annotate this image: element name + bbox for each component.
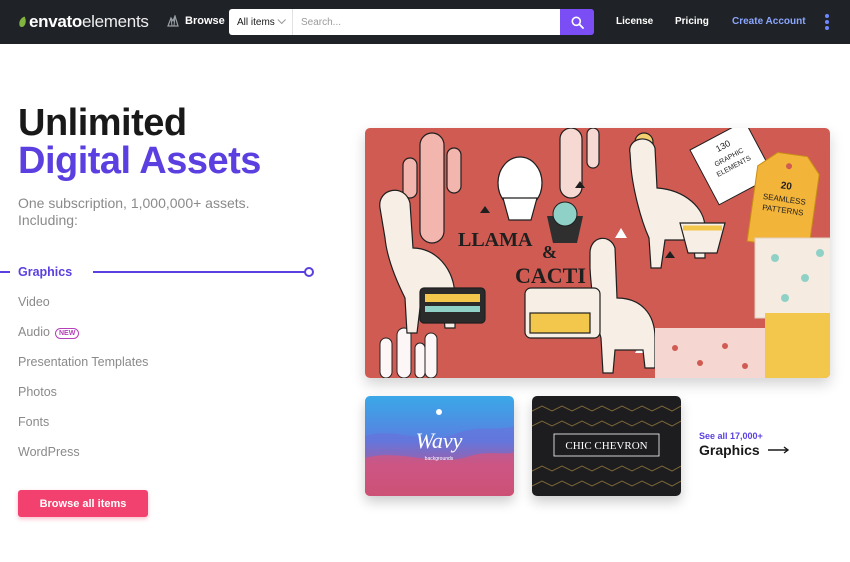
category-graphics[interactable]: Graphics <box>18 265 72 279</box>
arrow-right-icon <box>767 446 789 454</box>
see-all-count-link[interactable]: See all 17,000+ <box>699 431 763 441</box>
search-button[interactable] <box>560 9 594 35</box>
svg-text:backgrounds: backgrounds <box>425 456 454 462</box>
active-category-indicator <box>0 271 10 273</box>
category-fonts[interactable]: Fonts <box>18 415 49 429</box>
featured-graphic-card[interactable]: LLAMA & CACTI 130 GRAPHIC ELEMENTS 20 SE… <box>365 128 830 378</box>
chic-chevron-title: CHIC CHEVRON <box>565 440 647 452</box>
chic-chevron-image: CHIC CHEVRON <box>532 396 681 496</box>
active-category-dot <box>304 267 314 277</box>
browse-icon <box>167 15 179 27</box>
wavy-backgrounds-image: Wavy backgrounds <box>365 396 514 496</box>
category-wordpress[interactable]: WordPress <box>18 445 80 459</box>
envato-leaf-icon <box>19 16 26 28</box>
browse-all-items-button[interactable]: Browse all items <box>18 490 148 517</box>
search-category-select[interactable]: All items <box>229 9 293 35</box>
wavy-backgrounds-thumbnail[interactable]: Wavy backgrounds <box>365 396 514 496</box>
llama-title-text: LLAMA <box>458 229 533 251</box>
llama-cacti-illustration: LLAMA & CACTI 130 GRAPHIC ELEMENTS 20 SE… <box>365 128 830 378</box>
chevron-down-icon <box>277 15 286 25</box>
svg-text:&: & <box>542 242 557 262</box>
new-badge: NEW <box>55 328 80 339</box>
category-audio[interactable]: Audio <box>18 325 50 339</box>
create-account-link[interactable]: Create Account <box>732 16 806 27</box>
search-input[interactable] <box>293 9 560 35</box>
browse-menu-button[interactable]: Browse <box>166 15 225 27</box>
license-link[interactable]: License <box>616 16 653 27</box>
seamless-patterns-tag: 20 SEAMLESS PATTERNS <box>746 151 820 251</box>
hero-subtitle: One subscription, 1,000,000+ assets. Inc… <box>18 195 250 228</box>
hero-title-line2: Digital Assets <box>18 140 261 182</box>
logo-text-bold: envato <box>29 12 82 31</box>
category-presentation-templates[interactable]: Presentation Templates <box>18 355 148 369</box>
svg-text:20: 20 <box>780 180 793 193</box>
search-bar: All items <box>229 9 560 35</box>
see-all-category-label: Graphics <box>699 442 760 458</box>
browse-label: Browse <box>185 15 225 27</box>
see-all-graphics-link[interactable]: Graphics <box>699 442 790 458</box>
category-photos[interactable]: Photos <box>18 385 57 399</box>
more-menu-icon[interactable] <box>823 14 831 30</box>
envato-elements-logo[interactable]: envato elements <box>18 12 149 32</box>
logo-text-light: elements <box>82 12 149 31</box>
top-navigation-bar: envatoelements Browse All items License … <box>0 0 850 44</box>
hero-title-line1: Unlimited <box>18 102 187 144</box>
chic-chevron-thumbnail[interactable]: CHIC CHEVRON <box>532 396 681 496</box>
pricing-link[interactable]: Pricing <box>675 16 709 27</box>
svg-text:CACTI: CACTI <box>515 263 586 288</box>
search-category-value: All items <box>237 16 275 28</box>
active-category-line <box>93 271 308 273</box>
wavy-title: Wavy <box>416 428 463 453</box>
category-video[interactable]: Video <box>18 295 50 309</box>
search-icon <box>571 16 584 29</box>
